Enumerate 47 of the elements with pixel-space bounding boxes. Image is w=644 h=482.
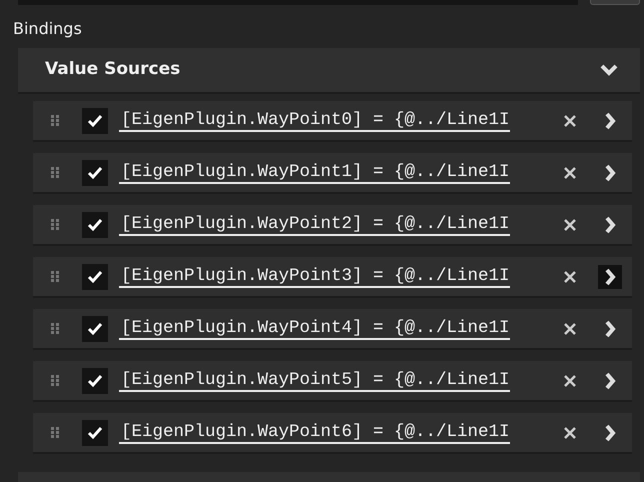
checkbox[interactable] (82, 160, 108, 186)
chevron-right-icon (604, 372, 616, 390)
expression-field[interactable]: [EigenPlugin.WayPoint1] = {@../Line1I (119, 162, 510, 184)
close-icon (563, 114, 577, 128)
chevron-right-icon (604, 268, 616, 286)
drag-handle-icon[interactable] (51, 219, 59, 230)
expression-field[interactable]: [EigenPlugin.WayPoint4] = {@../Line1I (119, 318, 510, 340)
expression-field[interactable]: [EigenPlugin.WayPoint0] = {@../Line1I (119, 110, 510, 132)
checkbox[interactable] (82, 264, 108, 290)
check-icon (87, 374, 103, 388)
close-icon (563, 270, 577, 284)
expression-field[interactable]: [EigenPlugin.WayPoint5] = {@../Line1I (119, 370, 510, 392)
drag-handle-icon[interactable] (51, 115, 59, 126)
check-icon (87, 426, 103, 440)
close-icon (563, 374, 577, 388)
chevron-right-icon (604, 320, 616, 338)
drag-handle-icon[interactable] (51, 167, 59, 178)
checkbox[interactable] (82, 316, 108, 342)
close-icon (563, 426, 577, 440)
drag-handle-icon[interactable] (51, 375, 59, 386)
checkbox[interactable] (82, 368, 108, 394)
section-title: Bindings (12, 18, 83, 40)
chevron-right-button[interactable] (598, 264, 622, 288)
expression-field[interactable]: [EigenPlugin.WayPoint3] = {@../Line1I (119, 266, 510, 288)
chevron-right-icon (604, 424, 616, 442)
check-icon (87, 166, 103, 180)
close-icon (563, 322, 577, 336)
close-icon (563, 166, 577, 180)
chevron-down-icon[interactable] (600, 64, 618, 76)
check-icon (87, 270, 103, 284)
drag-handle-icon[interactable] (51, 323, 59, 334)
expression-field[interactable]: [EigenPlugin.WayPoint2] = {@../Line1I (119, 214, 510, 236)
checkbox[interactable] (82, 420, 108, 446)
panel-header[interactable]: Value Sources (18, 48, 640, 94)
checkbox[interactable] (82, 212, 108, 238)
close-icon (563, 218, 577, 232)
chevron-right-icon (604, 112, 616, 130)
chevron-right-icon (604, 164, 616, 182)
drag-handle-icon[interactable] (51, 427, 59, 438)
panel-title: Value Sources (45, 58, 180, 82)
check-icon (87, 114, 103, 128)
checkbox[interactable] (82, 108, 108, 134)
check-icon (87, 322, 103, 336)
check-icon (87, 218, 103, 232)
chevron-right-icon (604, 216, 616, 234)
expression-field[interactable]: [EigenPlugin.WayPoint6] = {@../Line1I (119, 422, 510, 444)
drag-handle-icon[interactable] (51, 271, 59, 282)
